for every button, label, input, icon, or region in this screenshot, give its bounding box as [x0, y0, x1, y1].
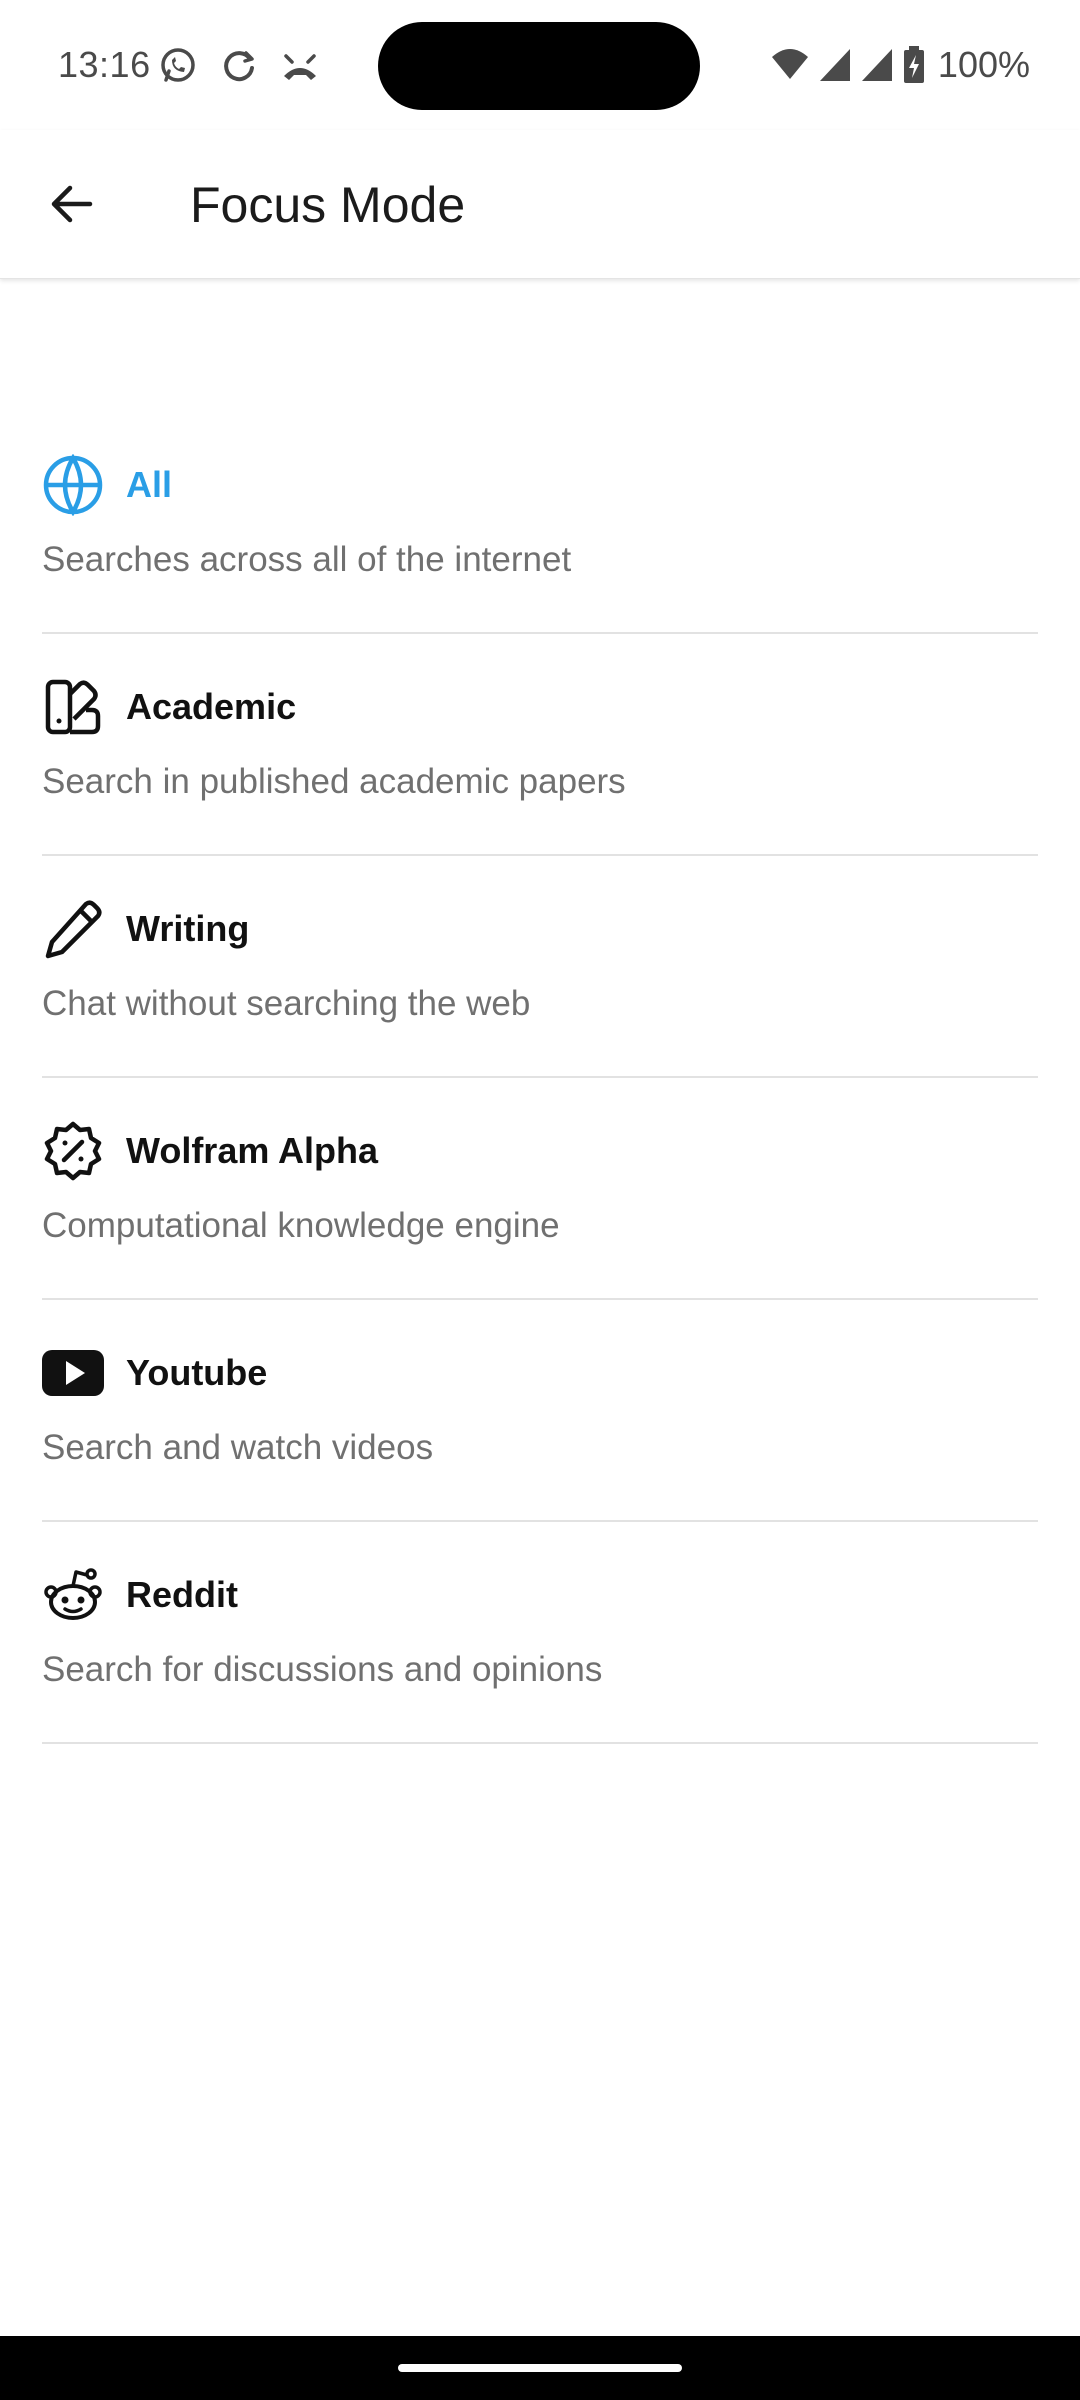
- whatsapp-icon: [158, 46, 198, 86]
- mode-header: Wolfram Alpha: [42, 1120, 378, 1182]
- pencil-icon: [42, 898, 104, 960]
- signal-icon: [818, 47, 852, 83]
- system-status: 100%: [770, 44, 1030, 86]
- reddit-icon: [42, 1564, 104, 1626]
- mode-title: All: [126, 464, 173, 505]
- mode-title: Youtube: [126, 1352, 268, 1393]
- status-time: 13:16: [58, 44, 151, 85]
- mode-title: Wolfram Alpha: [126, 1130, 379, 1171]
- mode-description: Searches across all of the internet: [42, 540, 572, 579]
- mode-header: Writing: [42, 898, 249, 960]
- mode-title: Academic: [126, 686, 297, 727]
- mode-header: All: [42, 454, 172, 516]
- focus-mode-item-writing[interactable]: Writing Chat without searching the web: [42, 856, 1038, 1078]
- home-indicator[interactable]: [398, 2364, 682, 2372]
- focus-mode-item-all[interactable]: All Searches across all of the internet: [42, 412, 1038, 634]
- arrow-left-icon: [51, 185, 93, 223]
- status-bar: 13:16 100%: [0, 0, 1080, 130]
- mode-header: Academic: [42, 676, 296, 738]
- battery-percent: 100%: [937, 44, 1030, 85]
- signal-icon: [860, 47, 894, 83]
- mode-description: Computational knowledge engine: [42, 1206, 560, 1245]
- focus-mode-item-reddit[interactable]: Reddit Search for discussions and opinio…: [42, 1522, 1038, 1744]
- mode-header: Youtube: [42, 1342, 267, 1404]
- navigation-bar: [0, 2336, 1080, 2400]
- mode-title: Writing: [126, 908, 250, 949]
- badge-percent-icon: [42, 1120, 104, 1182]
- globe-icon: [42, 454, 104, 516]
- focus-mode-list: All Searches across all of the internet …: [42, 412, 1038, 1744]
- mode-description: Search and watch videos: [42, 1428, 434, 1467]
- app-bar: Focus Mode: [0, 130, 1080, 279]
- battery-charging-icon: [902, 45, 926, 85]
- notification-icons: [158, 46, 320, 86]
- mode-header: Reddit: [42, 1564, 238, 1626]
- youtube-icon: [42, 1342, 104, 1404]
- focus-mode-item-wolfram-alpha[interactable]: Wolfram Alpha Computational knowledge en…: [42, 1078, 1038, 1300]
- mode-description: Search for discussions and opinions: [42, 1650, 603, 1689]
- focus-mode-item-youtube[interactable]: Youtube Search and watch videos: [42, 1300, 1038, 1522]
- focus-mode-item-academic[interactable]: Academic Search in published academic pa…: [42, 634, 1038, 856]
- page-title: Focus Mode: [190, 177, 466, 233]
- call-muted-icon: [280, 46, 320, 86]
- mode-description: Chat without searching the web: [42, 984, 531, 1023]
- mode-title: Reddit: [126, 1574, 238, 1615]
- swatch-book-icon: [42, 676, 104, 738]
- wifi-icon: [770, 47, 810, 83]
- sync-icon: [220, 47, 258, 85]
- back-button[interactable]: [34, 166, 110, 242]
- camera-cutout: [378, 22, 700, 110]
- mode-description: Search in published academic papers: [42, 762, 626, 801]
